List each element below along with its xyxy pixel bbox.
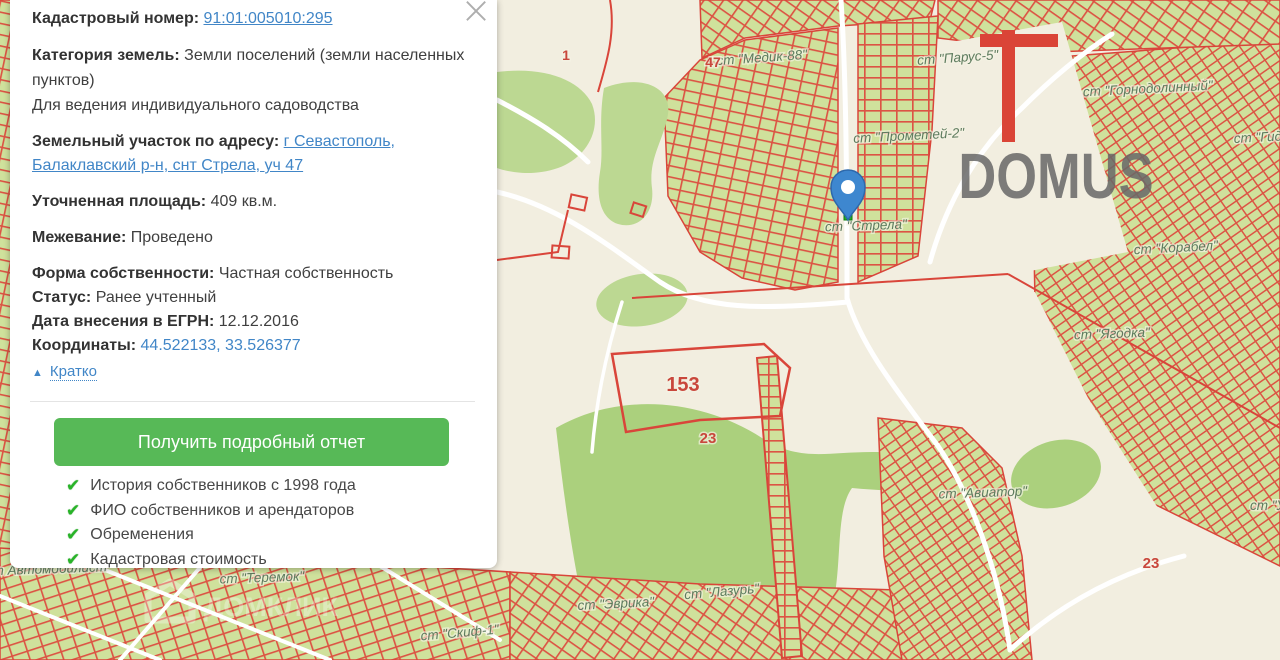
check-icon: ✔ — [66, 525, 81, 544]
egrn-date-value: 12.12.2016 — [218, 313, 299, 330]
pin-hole — [841, 180, 855, 194]
coordinates-row: Координаты: 44.522133, 33.526377 — [32, 334, 471, 358]
map-label: ст "Авиатор" — [938, 483, 1028, 501]
collapse-link[interactable]: Кратко — [49, 363, 97, 381]
close-icon[interactable]: × — [460, 0, 492, 29]
cadastral-number-row: Кадастровый номер: 91:01:005010:295 — [32, 7, 471, 31]
coordinates-value[interactable]: 44.522133, 33.526377 — [141, 337, 301, 354]
benefit-item: ✔ Обременения — [66, 523, 471, 548]
benefit-text: Обременения — [90, 526, 194, 543]
egrn-date-label: Дата внесения в ЕГРН: — [32, 313, 215, 330]
benefit-item: ✔ История собственников с 1998 года — [66, 474, 471, 499]
ownership-label: Форма собственности: — [32, 265, 215, 282]
survey-label: Межевание: — [32, 229, 127, 246]
benefits-list: ✔ История собственников с 1998 года ✔ ФИ… — [32, 474, 471, 572]
status-row: Статус: Ранее учтенный — [32, 286, 471, 310]
cadastral-number-label: Кадастровый номер: — [32, 10, 200, 27]
area-value: 409 кв.м. — [210, 193, 278, 210]
check-icon: ✔ — [66, 500, 81, 520]
benefit-text: История собственников с 1998 года — [90, 477, 356, 494]
map-number: 153 — [666, 374, 699, 396]
map-number: 1 — [562, 47, 570, 63]
ownership-row: Форма собственности: Частная собственнос… — [32, 262, 471, 286]
triangle-up-icon: ▲ — [32, 367, 43, 379]
map-label: ст "Стрела" — [825, 217, 909, 235]
parcel-info-panel: × Кадастровый номер: 91:01:005010:295 Ка… — [10, 0, 497, 569]
land-category-label: Категория земель: — [32, 47, 180, 64]
area-label: Уточненная площадь: — [32, 193, 207, 210]
benefit-text: Кадастровая стоимость — [90, 550, 267, 568]
check-icon: ✔ — [66, 549, 81, 569]
area-row: Уточненная площадь: 409 кв.м. — [32, 190, 471, 214]
land-category-row: Категория земель: Земли поселений (земли… — [32, 43, 471, 118]
cadastral-number-link[interactable]: 91:01:005010:295 — [204, 10, 333, 27]
benefit-item: ✔ Кадастровая стоимость — [66, 548, 471, 573]
divider — [30, 401, 475, 402]
benefit-item: ✔ ФИО собственников и арендаторов — [66, 499, 471, 524]
address-row: Земельный участок по адресу: г Севастопо… — [32, 130, 471, 178]
map-number: 23 — [700, 430, 717, 447]
survey-value: Проведено — [130, 229, 213, 246]
check-icon: ✔ — [66, 476, 81, 495]
get-report-button[interactable]: Получить подробный отчет — [54, 418, 449, 466]
status-value: Ранее учтенный — [95, 289, 217, 306]
logo-watermark-text: ДОМКЛИК — [204, 592, 339, 622]
map-label: ст "Ягодка" — [1074, 325, 1152, 343]
land-use-value: Для ведения индивидуального садоводства — [32, 97, 359, 114]
coordinates-label: Координаты: — [32, 337, 137, 354]
map-number: 23 — [1143, 555, 1160, 572]
map-watermark: DOMUS — [958, 141, 1153, 212]
status-label: Статус: — [32, 289, 92, 306]
collapse-row: ▲ Кратко — [32, 360, 471, 385]
survey-row: Межевание: Проведено — [32, 226, 471, 250]
address-label: Земельный участок по адресу: — [32, 133, 280, 150]
map-label: ст "Ус — [1250, 498, 1280, 513]
egrn-date-row: Дата внесения в ЕГРН: 12.12.2016 — [32, 310, 471, 334]
benefit-text: ФИО собственников и арендаторов — [90, 501, 355, 519]
map-label: ст "Гидро — [1233, 128, 1280, 146]
map-number: 47 — [705, 54, 721, 70]
ownership-value: Частная собственность — [218, 265, 394, 282]
